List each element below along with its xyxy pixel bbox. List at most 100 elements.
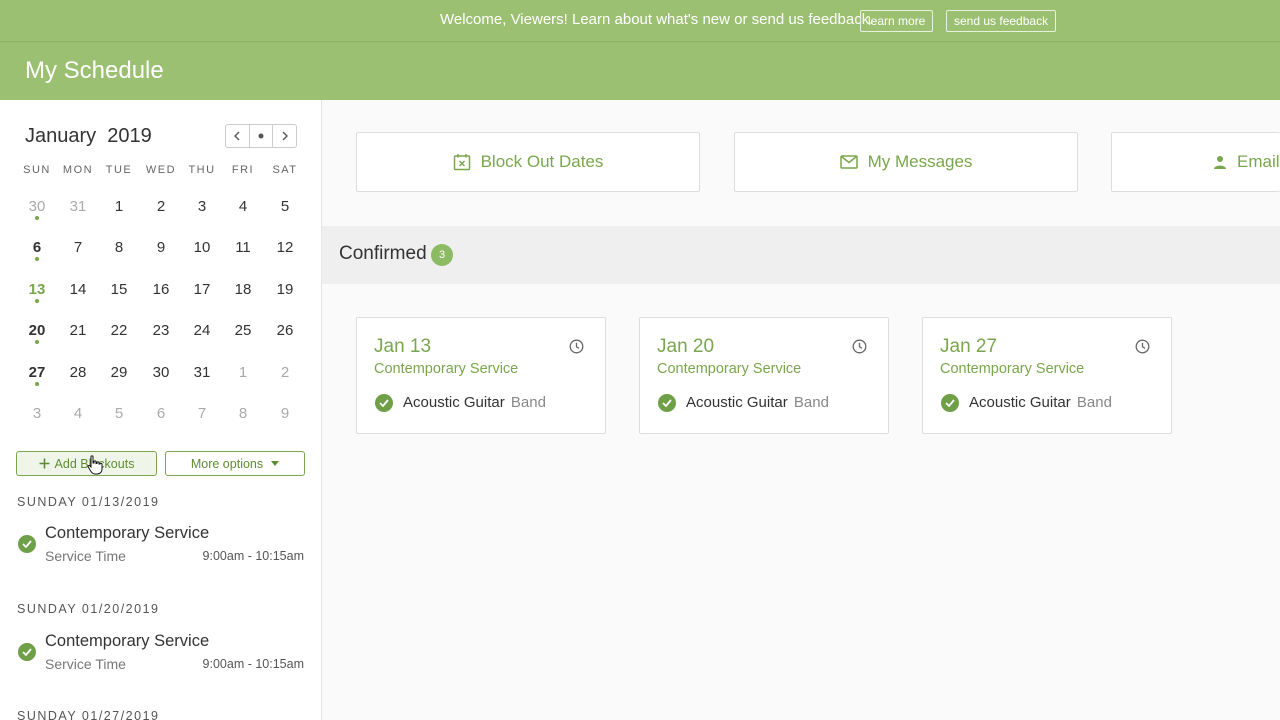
learn-more-button[interactable]: learn more <box>860 10 934 32</box>
weekday-header: SAT <box>272 164 298 176</box>
calendar-day[interactable]: 15 <box>98 281 140 298</box>
schedule-card-service: Contemporary Service <box>940 361 1085 377</box>
calendar-day[interactable]: 29 <box>98 364 140 381</box>
calendar-day[interactable]: 16 <box>140 281 182 298</box>
team-name: Band <box>510 394 546 411</box>
person-icon <box>1214 156 1226 169</box>
event-date-heading: SUNDAY 01/27/2019 <box>17 709 160 720</box>
schedule-card[interactable]: Jan 27 Contemporary Service Acoustic Gui… <box>922 317 1172 434</box>
banner-message: Welcome, Viewers! Learn about what's new… <box>440 11 874 28</box>
calendar-day[interactable]: 25 <box>222 322 264 339</box>
chevron-left-icon <box>234 131 240 141</box>
confirmed-check-icon <box>658 394 676 412</box>
schedule-card-date: Jan 27 <box>940 336 998 357</box>
schedule-card-role: Acoustic Guitar Band <box>403 394 546 411</box>
calendar-day[interactable]: 9 <box>140 239 182 256</box>
clock-icon[interactable] <box>852 339 867 354</box>
event-date-heading: SUNDAY 01/13/2019 <box>17 495 160 509</box>
calendar-day[interactable]: 31 <box>181 364 223 381</box>
clock-icon[interactable] <box>569 339 584 354</box>
calendar-day[interactable]: 1 <box>222 364 264 381</box>
plus-icon <box>39 458 50 469</box>
send-feedback-button[interactable]: send us feedback <box>946 10 1057 32</box>
calendar-day[interactable]: 8 <box>98 239 140 256</box>
clock-icon[interactable] <box>1135 339 1150 354</box>
calendar-month-title: January 2019 <box>25 125 152 148</box>
confirmed-check-icon <box>941 394 959 412</box>
calendar-day[interactable]: 30 <box>16 198 58 215</box>
calendar-day[interactable]: 11 <box>222 239 264 256</box>
event-dot <box>35 340 39 344</box>
calendar-day[interactable]: 5 <box>264 198 306 215</box>
calendar-day[interactable]: 3 <box>16 405 58 422</box>
schedule-card-service: Contemporary Service <box>374 361 519 377</box>
calendar-day[interactable]: 2 <box>140 198 182 215</box>
calendar-day[interactable]: 17 <box>181 281 223 298</box>
caret-down-icon <box>271 461 280 466</box>
calendar-day[interactable]: 12 <box>264 239 306 256</box>
prev-month-button[interactable] <box>226 125 250 147</box>
calendar-day[interactable]: 3 <box>181 198 223 215</box>
calendar-nav <box>225 124 297 148</box>
calendar-day[interactable]: 19 <box>264 281 306 298</box>
event-dot <box>35 257 39 261</box>
calendar-day[interactable]: 9 <box>264 405 306 422</box>
calendar-day-today[interactable]: 13 <box>16 281 58 298</box>
calendar-day[interactable]: 31 <box>57 198 99 215</box>
calendar-day[interactable]: 14 <box>57 281 99 298</box>
confirmed-count-badge: 3 <box>431 244 453 266</box>
calendar-year: 2019 <box>107 125 152 147</box>
team-name: Band <box>1076 394 1112 411</box>
event-title[interactable]: Contemporary Service <box>45 524 209 543</box>
event-time: 9:00am - 10:15am <box>202 657 304 671</box>
calendar-day[interactable]: 7 <box>57 239 99 256</box>
event-title[interactable]: Contemporary Service <box>45 632 209 651</box>
page-header: My Schedule <box>0 42 1280 100</box>
calendar-day[interactable]: 6 <box>140 405 182 422</box>
calendar-day[interactable]: 26 <box>264 322 306 339</box>
more-options-button[interactable]: More options <box>165 451 305 476</box>
confirmed-label: Confirmed <box>339 243 427 264</box>
my-messages-card[interactable]: My Messages <box>734 132 1078 192</box>
schedule-card-date: Jan 13 <box>374 336 432 357</box>
next-month-button[interactable] <box>273 125 296 147</box>
position-name: Acoustic Guitar <box>686 394 788 411</box>
calendar-day[interactable]: 6 <box>16 239 58 256</box>
weekday-header: THU <box>188 164 216 176</box>
calendar-day[interactable]: 24 <box>181 322 223 339</box>
calendar-day[interactable]: 23 <box>140 322 182 339</box>
position-name: Acoustic Guitar <box>969 394 1071 411</box>
event-date-heading: SUNDAY 01/20/2019 <box>17 602 160 616</box>
calendar-day[interactable]: 22 <box>98 322 140 339</box>
confirmed-section-header: Confirmed 3 <box>322 226 1280 284</box>
today-button[interactable] <box>250 125 274 147</box>
schedule-card[interactable]: Jan 20 Contemporary Service Acoustic Gui… <box>639 317 889 434</box>
calendar-day[interactable]: 2 <box>264 364 306 381</box>
confirmed-check-icon <box>18 643 36 661</box>
calendar-day[interactable]: 1 <box>98 198 140 215</box>
calendar-day[interactable]: 28 <box>57 364 99 381</box>
weekday-header: FRI <box>231 164 255 176</box>
calendar-day[interactable]: 27 <box>16 364 58 381</box>
event-subtitle: Service Time <box>45 548 126 564</box>
schedule-card-role: Acoustic Guitar Band <box>969 394 1112 411</box>
calendar-day[interactable]: 5 <box>98 405 140 422</box>
team-name: Band <box>793 394 829 411</box>
schedule-card-service: Contemporary Service <box>657 361 802 377</box>
block-out-dates-label: Block Out Dates <box>480 152 604 171</box>
calendar-day[interactable]: 4 <box>222 198 264 215</box>
calendar-day[interactable]: 8 <box>222 405 264 422</box>
schedule-card[interactable]: Jan 13 Contemporary Service Acoustic Gui… <box>356 317 606 434</box>
calendar-day[interactable]: 21 <box>57 322 99 339</box>
email-card[interactable]: Email <box>1111 132 1280 192</box>
calendar-day[interactable]: 20 <box>16 322 58 339</box>
calendar-day[interactable]: 30 <box>140 364 182 381</box>
calendar-day[interactable]: 7 <box>181 405 223 422</box>
confirmed-check-icon <box>375 394 393 412</box>
calendar-day[interactable]: 10 <box>181 239 223 256</box>
calendar-day[interactable]: 18 <box>222 281 264 298</box>
sidebar: January 2019 SUN MON TUE WED THU FRI SAT… <box>0 100 322 720</box>
block-out-dates-card[interactable]: Block Out Dates <box>356 132 700 192</box>
hand-cursor-icon <box>87 455 103 475</box>
calendar-day[interactable]: 4 <box>57 405 99 422</box>
